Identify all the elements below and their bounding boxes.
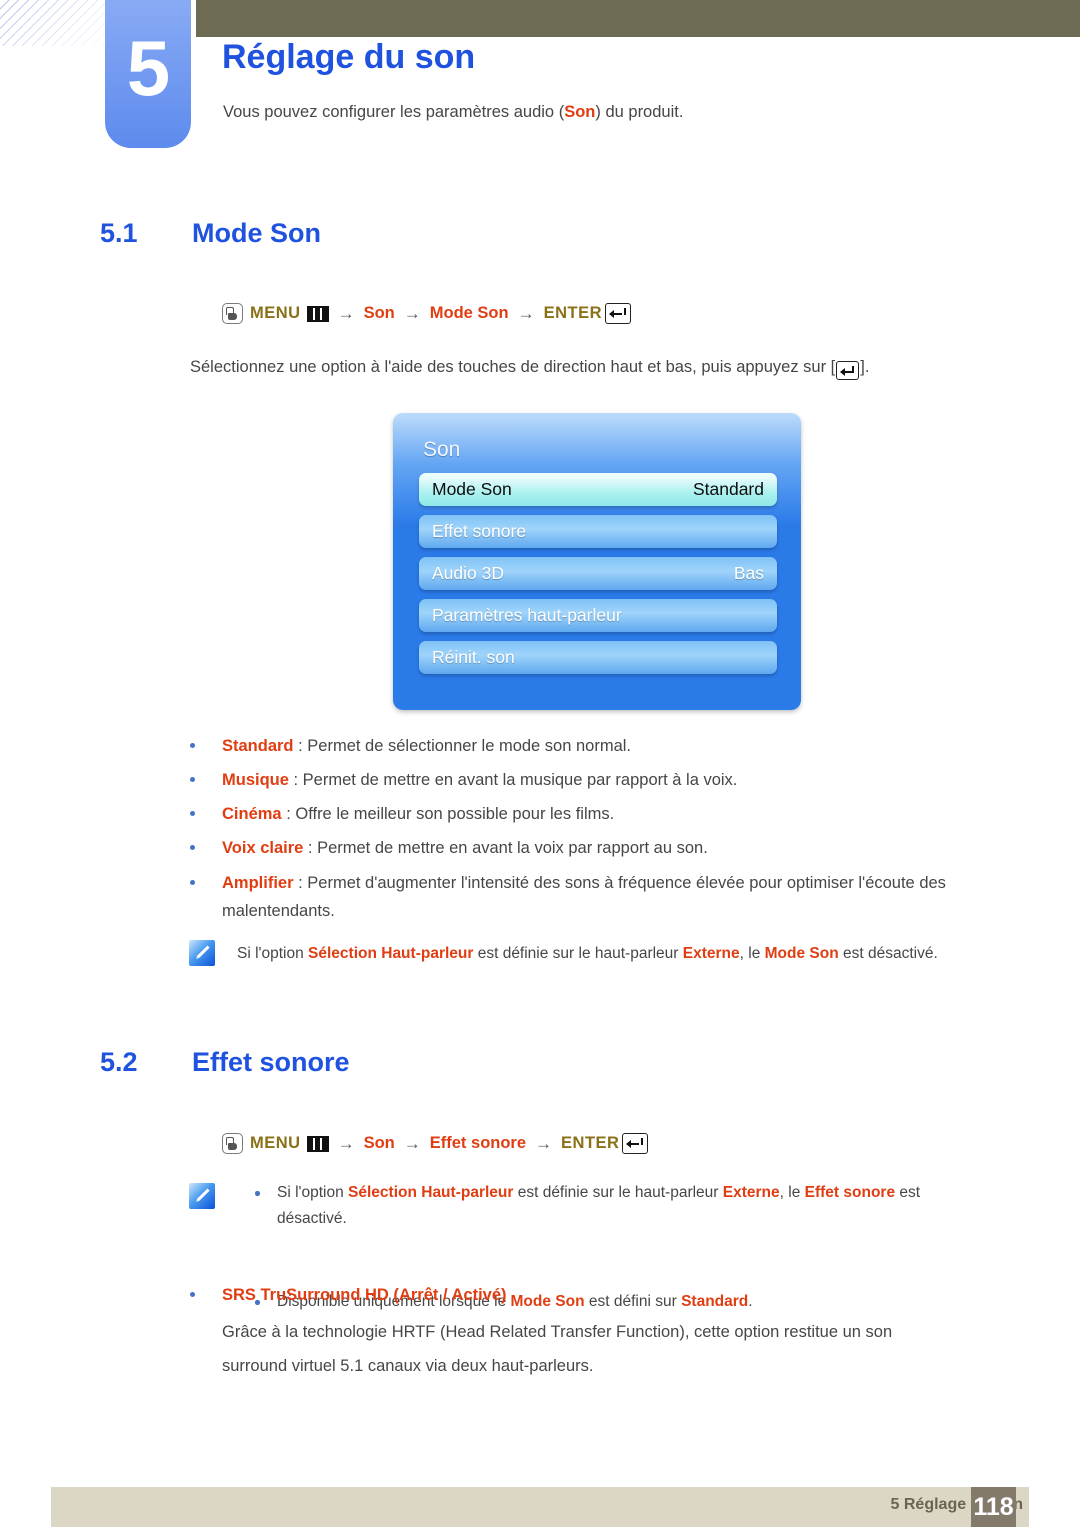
list-item: Amplifier : Permet d'augmenter l'intensi… <box>190 869 1007 925</box>
note-part: Mode Son <box>764 945 839 962</box>
note-part: Effet sonore <box>804 1184 896 1201</box>
enter-label: ENTER <box>561 1134 620 1152</box>
chapter-intro-highlight: Son <box>564 103 596 121</box>
list-item: Voix claire : Permet de mettre en avant … <box>190 834 1022 862</box>
bullet-term: Amplifier <box>222 874 294 892</box>
note-pencil-icon <box>189 940 215 966</box>
osd-row-label: Effet sonore <box>432 521 527 541</box>
bullet-text: : Permet de mettre en avant la musique p… <box>288 771 738 789</box>
osd-row-value: Standard <box>692 479 764 499</box>
osd-row-label: Réinit. son <box>432 647 515 667</box>
note-part: , le <box>739 945 765 962</box>
osd-sound-menu-panel: Son Mode Son Standard Effet sonore Audio… <box>393 413 801 710</box>
chapter-intro-before: Vous pouvez configurer les paramètres au… <box>223 103 565 121</box>
enter-return-icon <box>605 303 632 324</box>
instruction-line-5-1: Sélectionnez une option à l'aide des tou… <box>190 358 870 381</box>
option-heading-srs: SRS TruSurround HD (Arrêt / Activé) <box>190 1281 1002 1309</box>
osd-row-reinit-son[interactable]: Réinit. son <box>419 641 777 674</box>
path-step-son: Son <box>363 304 395 322</box>
osd-row-effet-sonore[interactable]: Effet sonore <box>419 515 777 548</box>
osd-row-label: Paramètres haut-parleur <box>432 605 622 625</box>
osd-row-value: Bas <box>733 563 764 583</box>
osd-row-list: Mode Son Standard Effet sonore Audio 3D … <box>419 473 777 683</box>
option-value-arret: Arrêt <box>398 1286 439 1304</box>
bullet-text: : Offre le meilleur son possible pour le… <box>281 805 615 823</box>
option-value-separator: / <box>438 1286 452 1304</box>
path-arrow-2: → <box>403 303 421 323</box>
path-step-son: Son <box>363 1134 395 1152</box>
note-part: est définie sur le haut-parleur <box>473 945 683 962</box>
path-arrow-1: → <box>337 1133 355 1153</box>
menu-bars-icon <box>306 305 329 322</box>
bullet-text: : Permet de mettre en avant la voix par … <box>303 839 708 857</box>
chapter-intro-after: ) du produit. <box>595 103 684 121</box>
osd-row-label: Audio 3D <box>432 563 504 583</box>
menu-label: MENU <box>250 1134 301 1152</box>
option-values-close: ) <box>501 1286 507 1304</box>
decorative-hatch-pattern <box>0 0 112 46</box>
osd-row-label: Mode Son <box>432 479 512 499</box>
footer-bar <box>51 1487 1029 1527</box>
menu-bars-icon <box>306 1135 329 1152</box>
bullet-term: Standard <box>222 737 294 755</box>
section-number-5-1: 5.1 <box>100 218 138 248</box>
section-number-5-2: 5.2 <box>100 1047 138 1077</box>
enter-return-icon-inline <box>836 361 860 381</box>
chapter-intro: Vous pouvez configurer les paramètres au… <box>223 103 683 122</box>
path-arrow-1: → <box>337 303 355 323</box>
press-button-icon <box>222 1133 243 1154</box>
press-button-icon <box>222 303 243 324</box>
list-item: Musique : Permet de mettre en avant la m… <box>190 766 1022 794</box>
path-arrow-3: → <box>535 1133 553 1153</box>
bullet-term: Voix claire <box>222 839 304 857</box>
note-part: Externe <box>682 945 740 962</box>
note-text-5-1: Si l'option Sélection Haut-parleur est d… <box>237 941 1027 967</box>
bullet-term: Musique <box>222 771 289 789</box>
bullet-text: : Permet de sélectionner le mode son nor… <box>293 737 632 755</box>
note-pencil-icon <box>189 1183 215 1209</box>
note-part: Si l'option <box>277 1184 349 1201</box>
note-part: Si l'option <box>237 945 309 962</box>
path-step-effet-sonore: Effet sonore <box>429 1134 527 1152</box>
menu-path-5-2: MENU → Son → Effet sonore → ENTER <box>222 1133 649 1154</box>
enter-label: ENTER <box>543 304 603 322</box>
bullet-text: : Permet d'augmenter l'intensité des son… <box>222 874 946 920</box>
instruction-text: Sélectionnez une option à l'aide des tou… <box>190 358 836 376</box>
list-item: Standard : Permet de sélectionner le mod… <box>190 732 1022 760</box>
note-part: Sélection Haut-parleur <box>348 1184 514 1201</box>
option-values-open: ( <box>388 1286 399 1304</box>
instruction-text-after: ]. <box>860 358 870 376</box>
section-title-5-1: Mode Son <box>192 218 321 248</box>
note-part: Sélection Haut-parleur <box>308 945 474 962</box>
osd-row-audio-3d[interactable]: Audio 3D Bas <box>419 557 777 590</box>
path-arrow-3: → <box>517 303 535 323</box>
menu-label: MENU <box>250 304 301 322</box>
osd-title: Son <box>423 438 461 461</box>
path-step-mode-son: Mode Son <box>429 304 509 322</box>
osd-row-parametres-haut-parleur[interactable]: Paramètres haut-parleur <box>419 599 777 632</box>
enter-return-icon <box>622 1133 649 1154</box>
note-part: Externe <box>722 1184 780 1201</box>
option-term: SRS TruSurround HD <box>222 1286 389 1304</box>
option-value-active: Activé <box>451 1286 502 1304</box>
section-title-5-2: Effet sonore <box>192 1047 350 1077</box>
note-part: est désactivé. <box>838 945 938 962</box>
section-heading-5-2: 5.2 Effet sonore <box>100 1047 350 1078</box>
note-part: , le <box>779 1184 805 1201</box>
page-title: Réglage du son <box>222 38 476 76</box>
note-part: est définie sur le haut-parleur <box>513 1184 723 1201</box>
bullet-term: Cinéma <box>222 805 282 823</box>
header-olive-bar <box>196 0 1080 37</box>
menu-path-5-1: MENU → Son → Mode Son → ENTER <box>222 303 632 324</box>
list-item: Cinéma : Offre le meilleur son possible … <box>190 800 1022 828</box>
page-number: 118 <box>971 1487 1016 1527</box>
note-item-5-2-a: Si l'option Sélection Haut-parleur est d… <box>255 1180 992 1232</box>
chapter-number: 5 <box>126 24 170 112</box>
section-heading-5-1: 5.1 Mode Son <box>100 218 321 249</box>
path-arrow-2: → <box>403 1133 421 1153</box>
option-description-srs: Grâce à la technologie HRTF (Head Relate… <box>222 1323 893 1375</box>
osd-row-mode-son[interactable]: Mode Son Standard <box>419 473 777 506</box>
